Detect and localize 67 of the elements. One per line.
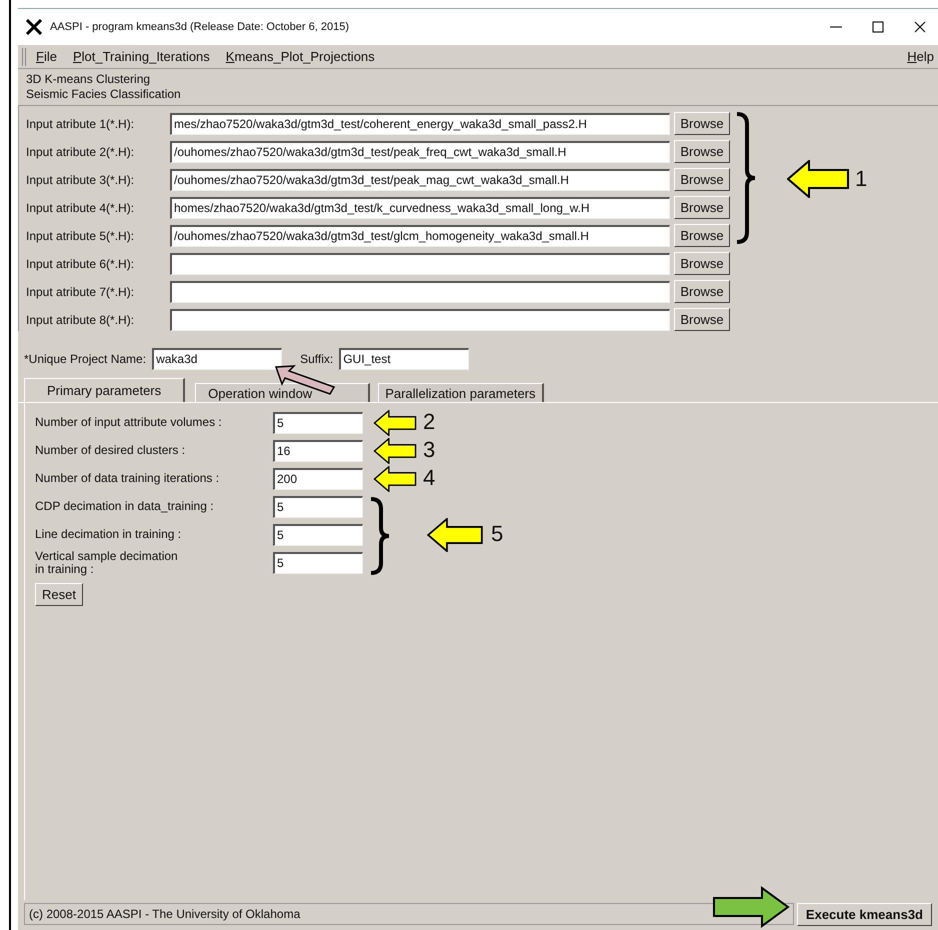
annotation-number: 1 — [855, 165, 868, 193]
param-label: Number of input attribute volumes : — [35, 416, 223, 429]
suffix-field[interactable]: GUI_test — [339, 348, 470, 370]
browse-button[interactable]: Browse — [674, 168, 730, 191]
browse-button[interactable]: Browse — [674, 224, 730, 247]
field-label: Input atribute 7(*.H): — [26, 284, 136, 300]
param-label: Vertical sample decimation in training : — [35, 550, 179, 576]
field-label: Input atribute 4(*.H): — [26, 200, 136, 216]
input-field[interactable]: mes/zhao7520/waka3d/gtm3d_test/coherent_energy_waka3d_small_pass2.H — [170, 112, 670, 134]
field-label: Input atribute 8(*.H): — [26, 312, 136, 328]
maximize-icon[interactable] — [872, 21, 884, 33]
param-label: Line decimation in training : — [35, 528, 182, 541]
input-field[interactable]: /ouhomes/zhao7520/waka3d/gtm3d_test/peak_mag_cwt_waka3d_small.H — [170, 168, 670, 190]
menu-item[interactable]: Plot_Training_Iterations — [72, 46, 210, 66]
browse-button[interactable]: Browse — [674, 280, 730, 303]
param-field[interactable]: 16 — [273, 440, 363, 462]
param-field[interactable]: 5 — [273, 524, 363, 546]
field-label: Input atribute 6(*.H): — [26, 256, 136, 272]
input-field[interactable]: /ouhomes/zhao7520/waka3d/gtm3d_test/glcm_homogeneity_waka3d_small.H — [170, 224, 670, 246]
browse-button[interactable]: Browse — [674, 308, 730, 331]
param-field[interactable]: 5 — [273, 552, 363, 574]
annotation-number: 4 — [423, 465, 436, 491]
project-name-field[interactable]: waka3d — [152, 348, 282, 370]
status-bar: (c) 2008-2015 AASPI - The University of Oklahoma — [24, 903, 794, 925]
browse-button[interactable]: Browse — [674, 196, 730, 219]
input-field[interactable] — [170, 308, 670, 330]
field-label: Suffix: — [300, 351, 334, 368]
field-label: Input atribute 3(*.H): — [26, 172, 136, 188]
param-field[interactable]: 200 — [273, 468, 363, 490]
menu-item[interactable]: Kmeans_Plot_Projections — [226, 46, 375, 66]
param-field[interactable]: 5 — [273, 496, 363, 518]
input-field[interactable]: homes/zhao7520/waka3d/gtm3d_test/k_curvedness_waka3d_small_long_w.H — [170, 196, 670, 218]
header-text: Seismic Facies Classification — [26, 87, 182, 102]
annotation-number: 3 — [423, 437, 436, 463]
arrow-icon — [371, 410, 419, 436]
x-logo-icon — [26, 19, 42, 35]
param-label: Number of data training iterations : — [35, 472, 220, 485]
input-field[interactable] — [170, 252, 670, 274]
help-menu[interactable]: Help — [907, 46, 934, 66]
browse-button[interactable]: Browse — [674, 140, 730, 163]
menu-item[interactable]: File — [36, 46, 57, 66]
field-label: Input atribute 5(*.H): — [26, 228, 136, 244]
tab[interactable]: Operation window — [195, 383, 370, 402]
tab[interactable]: Parallelization parameters — [378, 383, 544, 402]
execute-button[interactable]: Execute kmeans3d — [796, 902, 932, 926]
input-field[interactable] — [170, 280, 670, 302]
arrow-icon — [371, 438, 419, 464]
reset-button[interactable]: Reset — [35, 583, 83, 606]
param-field[interactable]: 5 — [273, 412, 363, 434]
arrow-icon — [787, 160, 849, 198]
annotation-number: 2 — [423, 409, 436, 435]
browse-button[interactable]: Browse — [674, 112, 730, 135]
field-label: *Unique Project Name: — [24, 351, 146, 368]
field-label: Input atribute 2(*.H): — [26, 144, 136, 160]
param-label: Number of desired clusters : — [35, 444, 186, 457]
header-text: 3D K-means Clustering — [26, 72, 152, 87]
window-title: AASPI - program kmeans3d (Release Date: October 6, 2015) — [50, 20, 349, 35]
browse-button[interactable]: Browse — [674, 252, 730, 275]
tab[interactable]: Primary parameters — [24, 378, 186, 402]
param-label: CDP decimation in data_training : — [35, 500, 215, 513]
arrow-icon — [371, 466, 419, 492]
field-label: Input atribute 1(*.H): — [26, 116, 136, 132]
arrow-icon — [425, 518, 485, 552]
arrow-icon — [712, 886, 790, 928]
close-icon[interactable] — [914, 21, 926, 33]
input-field[interactable]: /ouhomes/zhao7520/waka3d/gtm3d_test/peak_freq_cwt_waka3d_small.H — [170, 140, 670, 162]
annotation-number: 5 — [491, 520, 504, 548]
